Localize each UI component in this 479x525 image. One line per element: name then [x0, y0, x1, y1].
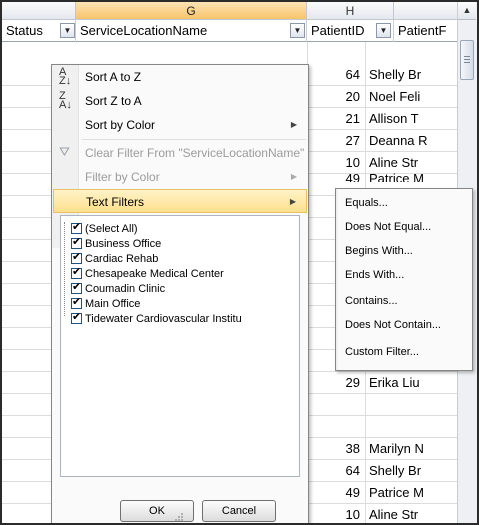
table-header-row: Status ▼ ServiceLocationName ▼ PatientID… [2, 20, 460, 42]
checkbox-label: (Select All) [85, 223, 138, 235]
checkbox-checked-icon: ✔ [71, 311, 82, 324]
text-filters-submenu: Equals... Does Not Equal... Begins With.… [335, 188, 473, 371]
cancel-button[interactable]: Cancel [202, 500, 276, 522]
does-not-contain-item[interactable]: Does Not Contain... [345, 314, 441, 336]
value-checkbox[interactable]: ✔ Coumadin Clinic [71, 281, 166, 297]
checkbox-checked-icon: ✔ [71, 296, 82, 309]
patient-name-cell[interactable]: Allison T [367, 108, 460, 130]
checkbox-label: Main Office [85, 298, 141, 310]
sort-z-to-a-item[interactable]: Z A↓ Sort Z to A [53, 89, 307, 113]
status-filter-dropdown[interactable]: ▼ [60, 23, 75, 38]
value-checkbox[interactable]: ✔ Chesapeake Medical Center [71, 266, 224, 282]
contains-item[interactable]: Contains... [345, 290, 398, 312]
patient-id-cell[interactable]: 64 [307, 64, 363, 86]
patient-name-cell[interactable]: Aline Str [367, 504, 460, 523]
patient-name-cell[interactable]: Noel Feli [367, 86, 460, 108]
patient-name-cell[interactable]: Marilyn N [367, 438, 460, 460]
sort-descending-icon: Z A↓ [59, 90, 72, 111]
patient-id-cell[interactable]: 21 [307, 108, 363, 130]
patient-first-header: PatientF [394, 20, 460, 42]
patient-name-cell[interactable]: Patrice M [367, 482, 460, 504]
checkbox-checked-icon: ✔ [71, 266, 82, 279]
filter-values-list[interactable]: ✔ (Select All) ✔ Business Office ✔ Cardiac … [60, 215, 300, 477]
begins-with-item[interactable]: Begins With... [345, 240, 413, 262]
checkbox-checked-icon: ✔ [71, 251, 82, 264]
patient-id-cell[interactable]: 29 [307, 372, 363, 394]
resize-grip-icon[interactable] [172, 512, 184, 521]
checkbox-checked-icon: ✔ [71, 281, 82, 294]
column-header-f[interactable] [2, 2, 76, 20]
patient-id-cell[interactable]: 38 [307, 438, 363, 460]
checkbox-label: Cardiac Rehab [85, 253, 159, 265]
patient-id-cell[interactable]: 27 [307, 130, 363, 152]
select-all-checkbox[interactable]: ✔ (Select All) [71, 221, 138, 237]
column-header-g[interactable]: G [76, 2, 307, 20]
submenu-arrow-icon: ▶ [290, 172, 297, 181]
column-header-i[interactable] [394, 2, 460, 20]
patient-name-cell[interactable]: Patrice M [367, 168, 460, 182]
text-filters-label: Text Filters [86, 195, 145, 209]
text-filters-item[interactable]: Text Filters ▶ [53, 189, 307, 213]
patient-name-cell[interactable]: Erika Liu [367, 372, 460, 394]
value-checkbox[interactable]: ✔ Tidewater Cardiovascular Institu [71, 311, 242, 327]
service-location-filter-dropdown[interactable]: ▼ [290, 23, 305, 38]
checkbox-checked-icon: ✔ [71, 221, 82, 234]
scrollbar-thumb[interactable] [460, 40, 474, 80]
filter-by-color-label: Filter by Color [85, 170, 160, 184]
sort-a-to-z-label: Sort A to Z [85, 70, 142, 84]
patient-id-cell[interactable]: 10 [307, 504, 363, 523]
sort-by-color-label: Sort by Color [85, 118, 156, 132]
checkbox-label: Coumadin Clinic [85, 283, 166, 295]
autofilter-menu: A Z↓ Sort A to Z Z A↓ Sort Z to A Sort by … [51, 64, 309, 523]
filter-by-color-item[interactable]: Filter by Color ▶ [53, 165, 307, 189]
value-checkbox[interactable]: ✔ Business Office [71, 236, 162, 252]
patient-id-filter-dropdown[interactable]: ▼ [376, 23, 391, 38]
value-checkbox[interactable]: ✔ Cardiac Rehab [71, 251, 159, 267]
patient-id-cell[interactable]: 49 [307, 168, 363, 182]
service-location-header: ServiceLocationName [76, 20, 307, 42]
equals-item[interactable]: Equals... [345, 192, 388, 214]
sort-a-to-z-item[interactable]: A Z↓ Sort A to Z [53, 65, 307, 89]
sort-by-color-item[interactable]: Sort by Color ▶ [53, 113, 307, 137]
column-header-h[interactable]: H [307, 2, 394, 20]
clear-filter-label: Clear Filter From "ServiceLocationName" [85, 146, 305, 160]
patient-id-cell[interactable]: 49 [307, 482, 363, 504]
patient-id-cell[interactable]: 64 [307, 460, 363, 482]
patient-name-cell[interactable]: Shelly Br [367, 460, 460, 482]
sort-z-to-a-label: Sort Z to A [85, 94, 142, 108]
value-checkbox[interactable]: ✔ Main Office [71, 296, 141, 312]
clear-filter-icon: ⛛ [59, 144, 70, 159]
checkbox-label: Business Office [85, 238, 162, 250]
sort-ascending-icon: A Z↓ [59, 66, 72, 87]
custom-filter-item[interactable]: Custom Filter... [345, 341, 419, 363]
patient-id-cell[interactable]: 20 [307, 86, 363, 108]
checkbox-label: Chesapeake Medical Center [85, 268, 224, 280]
clear-filter-item[interactable]: ⛛ Clear Filter From "ServiceLocationName… [53, 141, 307, 165]
spreadsheet-window: G H Status ▼ ServiceLocationName ▼ Patie… [0, 0, 479, 525]
submenu-arrow-icon: ▶ [290, 120, 297, 129]
scroll-up-arrow-icon[interactable]: ▲ [458, 2, 476, 20]
ends-with-item[interactable]: Ends With... [345, 264, 404, 286]
checkbox-checked-icon: ✔ [71, 236, 82, 249]
does-not-equal-item[interactable]: Does Not Equal... [345, 216, 431, 238]
patient-name-cell[interactable]: Shelly Br [367, 64, 460, 86]
submenu-arrow-icon: ▶ [289, 197, 296, 206]
patient-name-cell[interactable]: Deanna R [367, 130, 460, 152]
checkbox-label: Tidewater Cardiovascular Institu [85, 313, 242, 325]
